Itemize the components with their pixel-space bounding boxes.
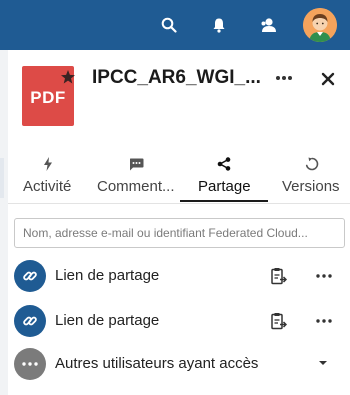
user-avatar[interactable]: [303, 8, 337, 42]
more-actions-icon[interactable]: [272, 68, 296, 88]
link-icon: [14, 260, 46, 292]
selected-row-marker: [0, 158, 4, 198]
chevron-down-icon[interactable]: [316, 356, 330, 370]
share-link-row: Lien de partage: [8, 301, 350, 341]
file-type-label: PDF: [30, 88, 66, 107]
lightning-icon: [40, 156, 56, 172]
tab-label: Comment...: [97, 178, 175, 195]
close-icon[interactable]: [316, 67, 340, 91]
share-link-label[interactable]: Lien de partage: [55, 312, 159, 329]
history-icon: [304, 156, 320, 172]
active-tab-indicator: [180, 200, 268, 202]
bell-icon[interactable]: [208, 14, 230, 36]
app-content-background: [0, 50, 8, 395]
share-link-label[interactable]: Lien de partage: [55, 267, 159, 284]
more-icon[interactable]: [313, 311, 335, 331]
search-icon[interactable]: [158, 14, 180, 36]
tabs-divider: [8, 203, 350, 204]
tab-versions[interactable]: Versions: [270, 154, 350, 204]
link-icon: [14, 305, 46, 337]
file-name: IPCC_AR6_WGI_...: [92, 67, 261, 88]
share-search-input[interactable]: [14, 218, 345, 248]
share-icon: [216, 156, 232, 172]
tab-label: Activité: [23, 178, 72, 195]
sidebar-panel: PDF IPCC_AR6_WGI_... Activité Comment...: [8, 50, 350, 395]
share-link-row: Lien de partage: [8, 256, 350, 296]
copy-link-icon[interactable]: [270, 266, 288, 286]
tab-bar: Activité Comment... Partage Versions: [8, 154, 350, 204]
tab-label: Versions: [282, 178, 340, 195]
tab-label: Partage: [198, 178, 251, 195]
tab-comments[interactable]: Comment...: [90, 154, 180, 204]
star-icon[interactable]: [60, 69, 76, 85]
tab-activity[interactable]: Activité: [8, 154, 88, 204]
tab-sharing[interactable]: Partage: [180, 154, 268, 204]
top-bar: [0, 0, 350, 50]
more-icon: [14, 348, 46, 380]
pdf-file-icon: PDF: [22, 66, 76, 126]
other-users-row[interactable]: Autres utilisateurs ayant accès: [8, 344, 350, 384]
more-icon[interactable]: [313, 266, 335, 286]
other-users-label: Autres utilisateurs ayant accès: [55, 355, 259, 372]
contacts-icon[interactable]: [258, 14, 280, 36]
copy-link-icon[interactable]: [270, 311, 288, 331]
comment-icon: [128, 156, 144, 172]
